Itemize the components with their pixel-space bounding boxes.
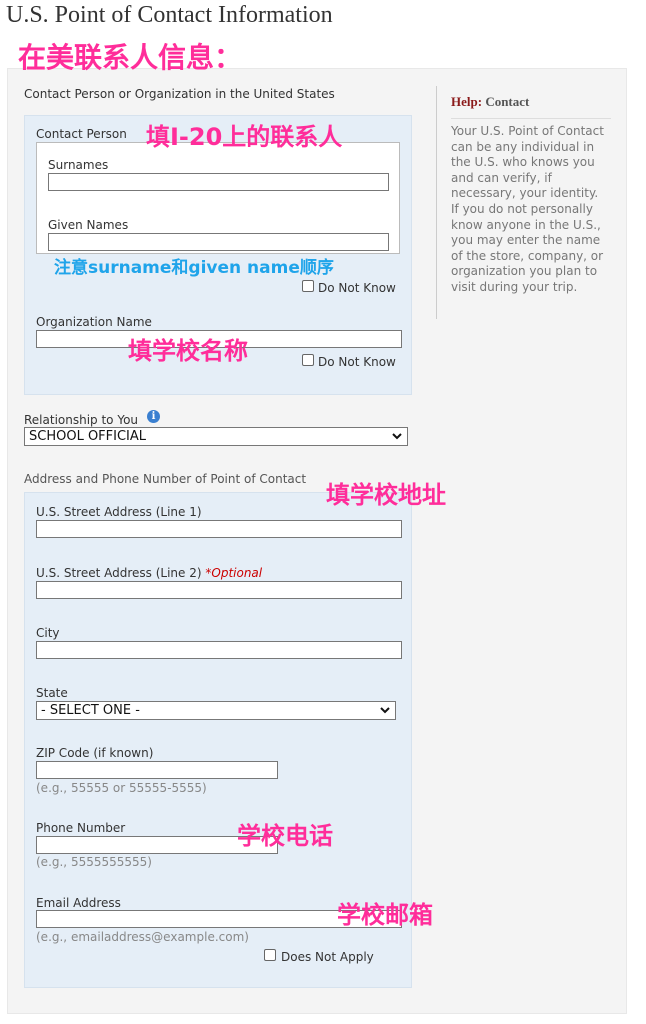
- email-hint: (e.g., emailaddress@example.com): [36, 930, 249, 944]
- annotation-phone: 学校电话: [237, 822, 333, 850]
- help-divider: [451, 118, 611, 119]
- section-address-title: Address and Phone Number of Point of Con…: [24, 472, 307, 486]
- street1-label: U.S. Street Address (Line 1): [36, 505, 202, 519]
- contact-person-label: Contact Person: [36, 127, 127, 141]
- street2-label-text: U.S. Street Address (Line 2): [36, 566, 202, 580]
- org-do-not-know-checkbox[interactable]: [302, 354, 314, 366]
- relationship-select[interactable]: SCHOOL OFFICIAL: [24, 427, 408, 446]
- city-input[interactable]: [36, 641, 402, 659]
- annotation-email: 学校邮箱: [337, 901, 433, 929]
- phone-label: Phone Number: [36, 821, 126, 835]
- annotation-address: 填学校地址: [326, 481, 446, 509]
- phone-hint: (e.g., 5555555555): [36, 855, 152, 869]
- given-names-input[interactable]: [48, 233, 389, 251]
- state-selected: - SELECT ONE -: [41, 703, 140, 718]
- city-label: City: [36, 626, 60, 640]
- street2-label: U.S. Street Address (Line 2) *Optional: [36, 566, 262, 580]
- chevron-down-icon: [380, 707, 390, 714]
- street1-input[interactable]: [36, 520, 402, 538]
- annotation-organization: 填学校名称: [128, 337, 248, 365]
- state-label: State: [36, 686, 68, 700]
- optional-marker: *Optional: [205, 566, 263, 580]
- info-icon[interactable]: i: [147, 410, 160, 423]
- relationship-selected: SCHOOL OFFICIAL: [29, 429, 147, 444]
- email-label: Email Address: [36, 896, 121, 910]
- state-select[interactable]: - SELECT ONE -: [36, 701, 396, 720]
- help-text: Your U.S. Point of Contact can be any in…: [451, 124, 604, 294]
- zip-hint: (e.g., 55555 or 55555-5555): [36, 781, 207, 795]
- zip-label: ZIP Code (if known): [36, 746, 154, 760]
- does-not-apply-checkbox[interactable]: [264, 949, 276, 961]
- help-title: Help: Contact: [451, 94, 529, 110]
- help-panel: Help: Contact Your U.S. Point of Contact…: [436, 86, 611, 319]
- help-title-topic: Contact: [485, 94, 530, 109]
- annotation-name-order: 注意surname和given name顺序: [54, 258, 334, 278]
- given-names-label: Given Names: [48, 218, 129, 232]
- annotation-header: 在美联系人信息：: [18, 41, 243, 74]
- annotation-contact-person: 填I-20上的联系人: [146, 123, 343, 151]
- relationship-label: Relationship to You: [24, 413, 139, 427]
- section-contact-title: Contact Person or Organization in the Un…: [24, 87, 335, 101]
- does-not-apply-label: Does Not Apply: [281, 950, 374, 964]
- chevron-down-icon: [392, 433, 402, 440]
- zip-input[interactable]: [36, 761, 278, 779]
- page-title: U.S. Point of Contact Information: [6, 2, 333, 28]
- contact-do-not-know-checkbox[interactable]: [302, 280, 314, 292]
- organization-label: Organization Name: [36, 315, 152, 329]
- surnames-input[interactable]: [48, 173, 389, 191]
- org-do-not-know-label: Do Not Know: [318, 355, 396, 369]
- surnames-label: Surnames: [48, 158, 109, 172]
- street2-input[interactable]: [36, 581, 402, 599]
- contact-do-not-know-label: Do Not Know: [318, 281, 396, 295]
- help-title-prefix: Help:: [451, 94, 483, 109]
